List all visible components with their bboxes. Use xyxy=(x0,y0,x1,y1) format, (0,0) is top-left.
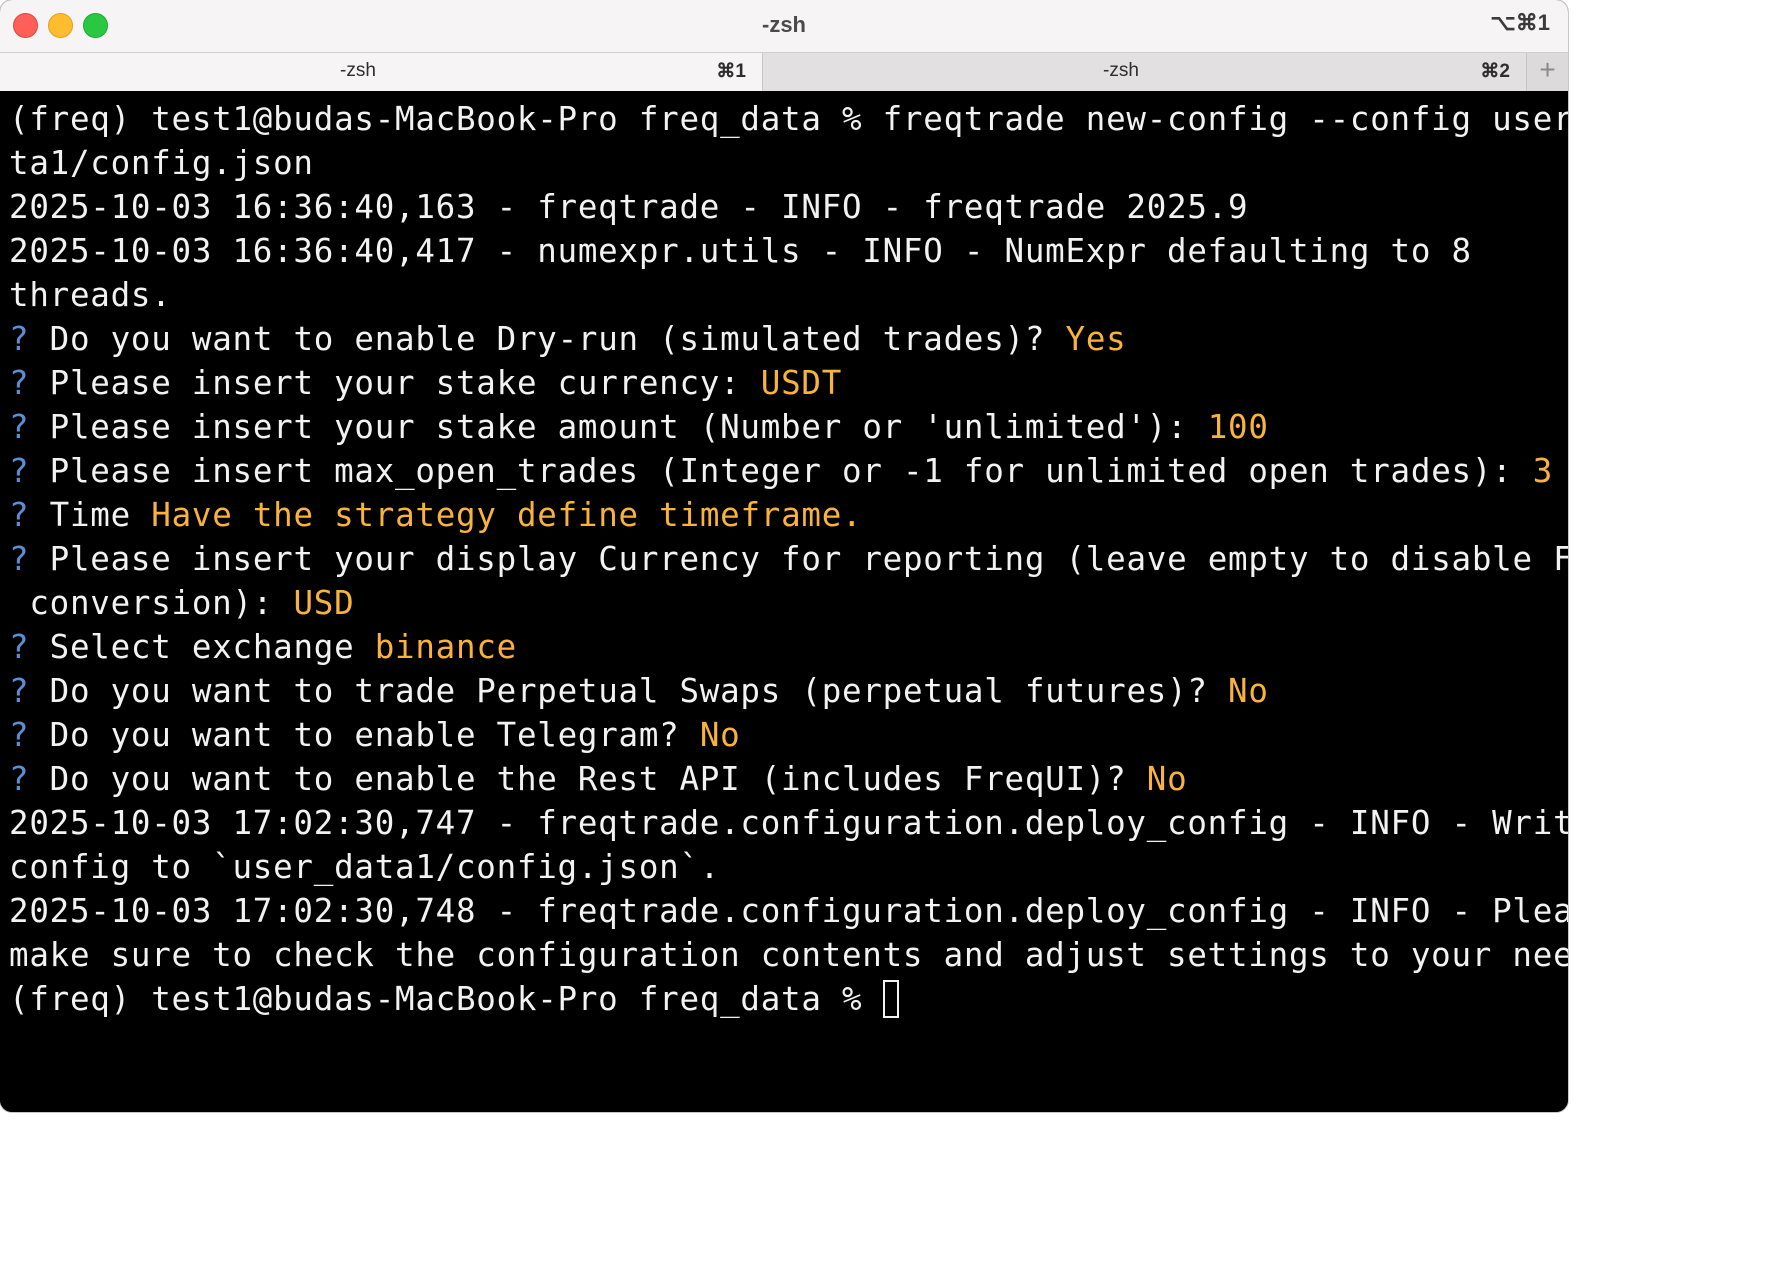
log-line: 2025-10-03 16:36:40,417 - numexpr.utils … xyxy=(9,232,1472,270)
question-marker: ? xyxy=(9,320,30,358)
terminal-output[interactable]: (freq) test1@budas-MacBook-Pro freq_data… xyxy=(0,91,1568,1112)
prompt-question: Do you want to enable Telegram? xyxy=(49,716,680,754)
prompt-question: Select exchange xyxy=(49,628,355,666)
tab-shortcut: ⌘1 xyxy=(716,61,746,82)
question-marker: ? xyxy=(9,364,30,402)
prompt-exchange: ? Select exchange binance xyxy=(9,625,1568,669)
prompt-answer: Have the strategy define timeframe. xyxy=(151,496,863,534)
log-line: 2025-10-03 16:36:40,163 - freqtrade - IN… xyxy=(9,188,1249,226)
prompt-stake-amount: ? Please insert your stake amount (Numbe… xyxy=(9,405,1568,449)
question-marker: ? xyxy=(9,672,30,710)
terminal-window: -zsh ⌥⌘1 -zsh ⌘1 -zsh ⌘2 + (freq) test1@… xyxy=(0,0,1568,1112)
prompt-question: Time xyxy=(49,496,131,534)
question-marker: ? xyxy=(9,408,30,446)
tab-label: -zsh xyxy=(1103,60,1139,81)
question-marker: ? xyxy=(9,496,30,534)
question-marker: ? xyxy=(9,540,30,578)
prompt-answer: No xyxy=(699,716,741,754)
prompt-display-currency: ? Please insert your display Currency fo… xyxy=(9,537,1568,581)
prompt-answer: No xyxy=(1146,760,1188,798)
prompt-telegram: ? Do you want to enable Telegram? No xyxy=(9,713,1568,757)
prompt-question: Please insert max_open_trades (Integer o… xyxy=(49,452,1513,490)
window-title: -zsh xyxy=(762,12,806,37)
tab-1[interactable]: -zsh ⌘1 xyxy=(0,53,762,91)
prompt-stake-currency: ? Please insert your stake currency: USD… xyxy=(9,361,1568,405)
tab-label: -zsh xyxy=(340,60,376,81)
command-line: (freq) test1@budas-MacBook-Pro freq_data… xyxy=(9,100,1568,138)
title-bar[interactable]: -zsh ⌥⌘1 xyxy=(0,0,1568,52)
prompt-answer: 3 xyxy=(1532,452,1554,490)
prompt-display-currency-wrap: conversion): USD xyxy=(9,581,1568,625)
prompt-max-open-trades: ? Please insert max_open_trades (Integer… xyxy=(9,449,1568,493)
prompt-question: Please insert your stake amount (Number … xyxy=(49,408,1188,446)
prompt-dry-run: ? Do you want to enable Dry-run (simulat… xyxy=(9,317,1568,361)
prompt-answer: No xyxy=(1228,672,1269,710)
prompt-rest-api: ? Do you want to enable the Rest API (in… xyxy=(9,757,1568,801)
text-cursor xyxy=(882,980,899,1018)
prompt-question: Do you want to trade Perpetual Swaps (pe… xyxy=(49,672,1208,710)
tab-bar: -zsh ⌘1 -zsh ⌘2 + xyxy=(0,52,1568,91)
prompt-answer: binance xyxy=(374,628,517,666)
prompt-timeframe: ? Time Have the strategy define timefram… xyxy=(9,493,1568,537)
log-line: 2025-10-03 17:02:30,747 - freqtrade.conf… xyxy=(9,804,1568,842)
log-line-wrap: make sure to check the configuration con… xyxy=(9,936,1568,974)
tab-shortcut: ⌘2 xyxy=(1480,61,1510,82)
log-line: 2025-10-03 17:02:30,748 - freqtrade.conf… xyxy=(9,892,1568,930)
question-marker: ? xyxy=(9,716,30,754)
shell-prompt: (freq) test1@budas-MacBook-Pro freq_data… xyxy=(9,980,883,1018)
question-marker: ? xyxy=(9,452,30,490)
prompt-question: Please insert your stake currency: xyxy=(49,364,741,402)
prompt-question: Do you want to enable the Rest API (incl… xyxy=(49,760,1127,798)
question-marker: ? xyxy=(9,628,30,666)
prompt-answer: USDT xyxy=(760,364,843,402)
tab-2[interactable]: -zsh ⌘2 xyxy=(762,53,1526,91)
question-marker: ? xyxy=(9,760,30,798)
window-shortcut: ⌥⌘1 xyxy=(1490,10,1550,35)
log-line-wrap: config to `user_data1/config.json`. xyxy=(9,848,721,886)
command-line-wrap: ta1/config.json xyxy=(9,144,314,182)
prompt-question-cont: conversion): xyxy=(9,584,274,622)
prompt-perpetual-swaps: ? Do you want to trade Perpetual Swaps (… xyxy=(9,669,1568,713)
shell-prompt-line[interactable]: (freq) test1@budas-MacBook-Pro freq_data… xyxy=(9,977,1568,1021)
new-tab-plus-icon[interactable]: + xyxy=(1526,53,1568,91)
prompt-answer: USD xyxy=(293,584,355,622)
prompt-answer: 100 xyxy=(1207,408,1269,446)
prompt-question: Please insert your display Currency for … xyxy=(49,540,1568,578)
log-line-wrap: threads. xyxy=(9,276,172,314)
prompt-answer: Yes xyxy=(1065,320,1127,358)
prompt-question: Do you want to enable Dry-run (simulated… xyxy=(49,320,1046,358)
